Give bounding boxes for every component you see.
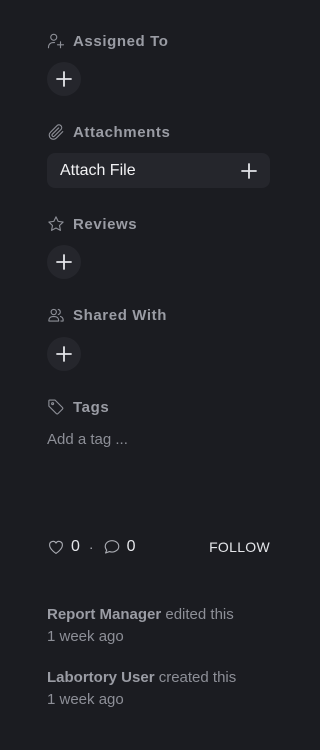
plus-icon (56, 254, 72, 270)
add-tag-input[interactable]: Add a tag ... (47, 431, 128, 448)
plus-icon (56, 346, 72, 362)
comments-count: 0 (126, 538, 136, 555)
add-share-button[interactable] (47, 337, 81, 371)
tags-title: Tags (73, 398, 110, 416)
add-assignee-button[interactable] (47, 62, 81, 96)
paperclip-icon (48, 124, 64, 140)
reviews-title: Reviews (73, 215, 138, 233)
attach-file-label: Attach File (60, 161, 136, 179)
stats-row: 0 · 0 (47, 538, 135, 556)
user-plus-icon (47, 33, 65, 49)
assigned-to-title: Assigned To (73, 32, 169, 50)
shared-with-header: Shared With (47, 306, 167, 324)
follow-button[interactable]: FOLLOW (209, 539, 270, 555)
activity-action: edited this (165, 606, 234, 623)
shared-with-title: Shared With (73, 306, 167, 324)
assigned-to-header: Assigned To (47, 32, 169, 50)
activity-action: created this (158, 669, 237, 686)
attachments-title: Attachments (73, 123, 171, 141)
plus-icon (241, 162, 257, 179)
comment-icon[interactable] (103, 538, 121, 556)
stats-separator: · (88, 539, 94, 555)
plus-icon (56, 71, 72, 87)
activity-time: 1 week ago (47, 628, 124, 645)
activity-item: Report Manager edited this 1 week ago (47, 604, 234, 648)
activity-time: 1 week ago (47, 691, 124, 708)
activity-user[interactable]: Report Manager (47, 606, 161, 623)
attach-file-button[interactable]: Attach File (47, 153, 270, 188)
add-review-button[interactable] (47, 245, 81, 279)
users-icon (48, 308, 64, 322)
heart-icon[interactable] (47, 538, 65, 556)
star-icon (48, 216, 64, 231)
likes-count: 0 (71, 538, 80, 555)
tag-icon (48, 399, 64, 415)
reviews-header: Reviews (47, 215, 137, 233)
activity-user[interactable]: Labortory User (47, 669, 155, 686)
attachments-header: Attachments (47, 123, 170, 141)
tags-header: Tags (47, 398, 109, 416)
activity-item: Labortory User created this 1 week ago (47, 667, 236, 711)
